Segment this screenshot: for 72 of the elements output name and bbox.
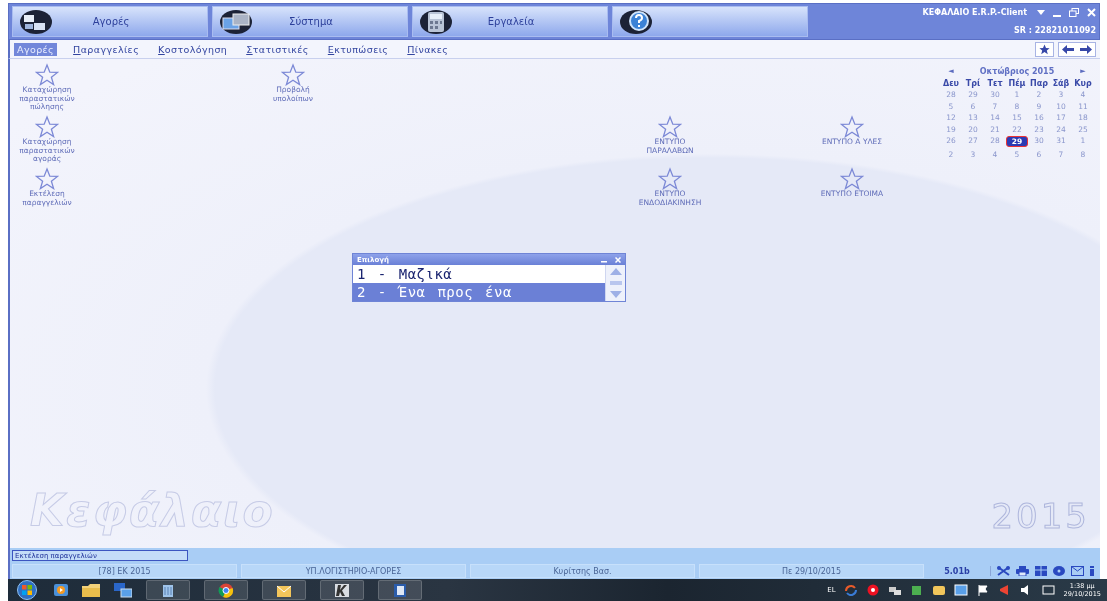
browser-icon bbox=[218, 582, 234, 598]
status-segment: Πε 29/10/2015 bbox=[699, 564, 924, 578]
star-icon bbox=[281, 63, 305, 86]
star-icon bbox=[658, 115, 682, 138]
monitors-icon bbox=[219, 8, 253, 35]
menu-item[interactable]: Εκτυπώσεις bbox=[324, 42, 392, 56]
info-icon[interactable] bbox=[1090, 566, 1094, 576]
help-icon bbox=[619, 8, 653, 35]
taskbar-button[interactable] bbox=[320, 580, 364, 600]
status-segment: ΥΠ.ΛΟΓΙΣΤΗΡΙΟ-ΑΓΟΡΕΣ bbox=[241, 564, 466, 578]
document-icon bbox=[392, 582, 408, 598]
calendar-month: Οκτώβριος 2015 bbox=[978, 67, 1056, 76]
system-button[interactable]: Σύστημα bbox=[212, 6, 408, 37]
media-player-icon[interactable] bbox=[54, 584, 68, 596]
star-icon bbox=[35, 115, 59, 138]
serial-number: SR : 22821011092 bbox=[1014, 26, 1096, 35]
weekday-header: Παρ bbox=[1029, 78, 1049, 88]
tools-button[interactable]: Εργαλεία bbox=[412, 6, 608, 37]
version-label: 5.01b bbox=[943, 566, 971, 576]
menu-item[interactable]: Κοστολόγηση bbox=[155, 42, 231, 56]
menu-item[interactable]: Στατιστικές bbox=[243, 42, 312, 56]
close-icon[interactable] bbox=[1087, 8, 1096, 17]
flag-icon[interactable] bbox=[975, 584, 990, 596]
menu-item[interactable]: Αγορές bbox=[14, 42, 58, 56]
weekday-header: Δευ bbox=[941, 78, 960, 88]
scrollbar[interactable] bbox=[605, 265, 625, 301]
star-icon bbox=[658, 167, 682, 190]
help-button[interactable] bbox=[612, 6, 808, 37]
network-computers-icon[interactable] bbox=[114, 582, 132, 598]
scissors-icon[interactable] bbox=[997, 566, 1010, 576]
start-orb-icon[interactable] bbox=[14, 580, 40, 600]
calculator-icon bbox=[419, 8, 453, 35]
choice-option[interactable]: 1 - Μαζικά bbox=[353, 265, 605, 283]
folder-icon[interactable] bbox=[82, 583, 100, 597]
taskbar-button[interactable] bbox=[204, 580, 248, 600]
sync-icon[interactable] bbox=[843, 584, 858, 596]
favorites-button[interactable] bbox=[1035, 41, 1054, 57]
forward-arrow-icon[interactable] bbox=[1080, 44, 1092, 54]
close-icon[interactable] bbox=[615, 256, 621, 263]
star-icon bbox=[35, 167, 59, 190]
menu-item[interactable]: Πίνακες bbox=[404, 42, 452, 56]
display-icon[interactable] bbox=[1041, 584, 1056, 596]
taskbar-button[interactable] bbox=[146, 580, 190, 600]
scroll-thumb-icon[interactable] bbox=[609, 281, 622, 285]
status-segment: Κυρίτσης Βασ. bbox=[470, 564, 695, 578]
dropdown-icon[interactable] bbox=[1037, 9, 1045, 16]
choice-option[interactable]: 2 - Ένα προς ένα bbox=[353, 283, 605, 301]
purchases-button[interactable]: Αγορές bbox=[12, 6, 208, 37]
mail-icon[interactable] bbox=[1071, 566, 1084, 576]
documents-icon bbox=[19, 8, 53, 35]
status-segment: [78] ΕΚ 2015 bbox=[12, 564, 237, 578]
star-icon bbox=[1039, 43, 1050, 55]
back-arrow-icon[interactable] bbox=[1062, 44, 1074, 54]
printer-icon[interactable] bbox=[1016, 566, 1029, 576]
star-icon bbox=[840, 167, 864, 190]
weekday-header: Τρί bbox=[964, 78, 982, 88]
weekday-header: Κυρ bbox=[1073, 78, 1093, 88]
weekday-header: Τετ bbox=[986, 78, 1004, 88]
star-icon bbox=[840, 115, 864, 138]
taskbar-button[interactable] bbox=[262, 580, 306, 600]
window-title: ΚΕΦΑΛΑΙΟ E.R.P.-Client bbox=[922, 8, 1027, 17]
disc-icon[interactable] bbox=[1053, 566, 1065, 576]
menu-item[interactable]: Παραγγελίες bbox=[70, 42, 143, 56]
record-icon[interactable] bbox=[865, 584, 880, 596]
taskbar-button[interactable] bbox=[378, 580, 422, 600]
grid-icon[interactable] bbox=[1035, 566, 1047, 576]
star-icon bbox=[35, 63, 59, 86]
restore-icon[interactable] bbox=[1069, 8, 1079, 17]
letter-k-icon bbox=[334, 582, 350, 598]
weekday-header: Σάβ bbox=[1051, 78, 1071, 88]
weekday-header: Πέμ bbox=[1007, 78, 1027, 88]
bin-icon bbox=[160, 582, 176, 598]
